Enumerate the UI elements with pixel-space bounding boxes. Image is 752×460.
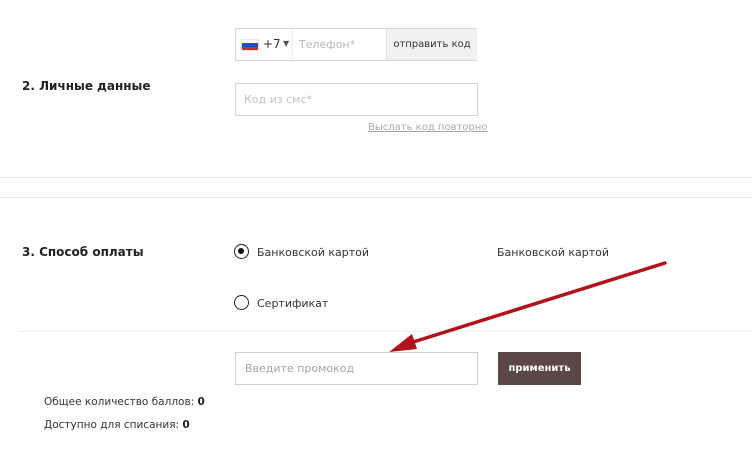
radio-bank-card[interactable]	[234, 244, 249, 259]
section-divider	[0, 197, 752, 198]
send-code-button[interactable]: отправить код	[386, 29, 477, 60]
radio-certificate[interactable]	[234, 295, 249, 310]
radio-selected-dot	[238, 248, 244, 254]
personal-data-title: 2. Личные данные	[22, 79, 151, 93]
radio-bank-card-label[interactable]: Банковской картой	[257, 246, 369, 259]
total-points: Общее количество баллов: 0	[44, 396, 205, 408]
caret-down-icon[interactable]: ▼	[283, 39, 289, 48]
available-points: Доступно для списания: 0	[44, 419, 190, 431]
selected-payment-method: Банковской картой	[497, 246, 610, 259]
resend-code-link[interactable]: Выслать код повторно	[368, 122, 487, 133]
total-points-value: 0	[197, 396, 205, 408]
payment-divider	[18, 331, 752, 332]
phone-input[interactable]	[292, 29, 384, 60]
available-points-label: Доступно для списания:	[44, 419, 180, 431]
country-code[interactable]: +7	[263, 37, 281, 51]
total-points-label: Общее количество баллов:	[44, 396, 195, 408]
available-points-value: 0	[182, 419, 190, 431]
sms-code-input[interactable]	[235, 83, 478, 116]
payment-method-title: 3. Способ оплаты	[22, 245, 144, 259]
section-divider	[0, 177, 752, 178]
radio-certificate-label[interactable]: Сертификат	[257, 297, 328, 310]
russia-flag-icon[interactable]	[241, 39, 259, 51]
promo-code-input[interactable]	[235, 352, 478, 385]
red-arrow-annotation	[389, 261, 667, 352]
apply-promo-button[interactable]: применить	[498, 352, 581, 385]
